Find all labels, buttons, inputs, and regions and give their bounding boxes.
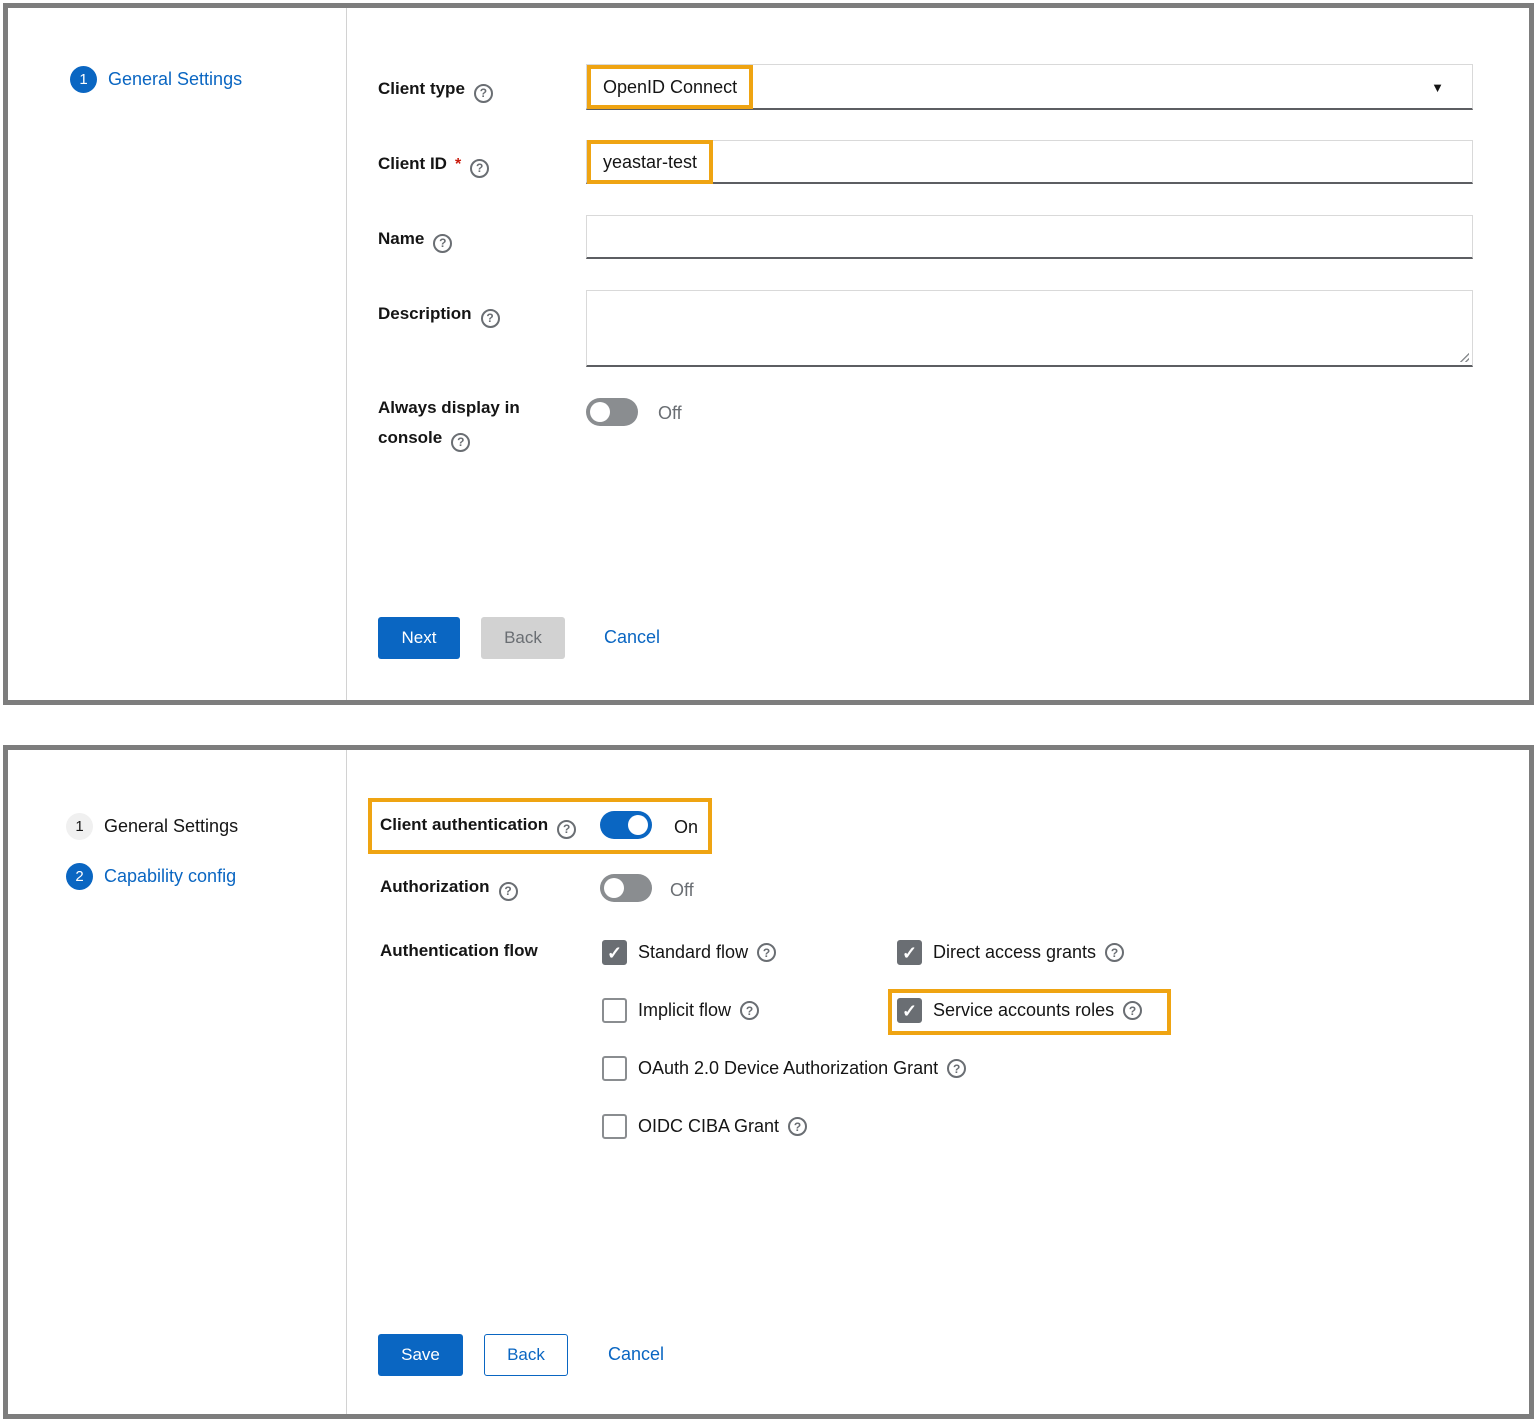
authorization-toggle[interactable] (600, 874, 652, 902)
checkbox-box[interactable]: ✓ (897, 940, 922, 965)
checkbox-standard-flow[interactable]: ✓ Standard flow ? (602, 940, 776, 965)
checkbox-box[interactable]: ✓ (602, 940, 627, 965)
checkbox-oidc-ciba-grant[interactable]: ✓ OIDC CIBA Grant ? (602, 1114, 807, 1139)
help-icon[interactable]: ? (757, 943, 776, 962)
sidebar-divider (346, 750, 347, 1414)
step-number-badge: 2 (66, 863, 93, 890)
sidebar-divider (346, 8, 347, 700)
client-id-value: yeastar-test (603, 152, 697, 173)
check-icon: ✓ (902, 944, 917, 962)
check-icon: ✓ (607, 944, 622, 962)
description-label: Description? (378, 299, 500, 329)
step-general-settings[interactable]: 1 General Settings (66, 813, 238, 840)
help-icon[interactable]: ? (481, 309, 500, 328)
next-button[interactable]: Next (378, 617, 460, 659)
save-button[interactable]: Save (378, 1334, 463, 1376)
client-authentication-toggle[interactable] (600, 811, 652, 839)
authorization-state: Off (670, 880, 694, 901)
required-asterisk: * (455, 156, 461, 173)
always-display-toggle[interactable] (586, 398, 638, 426)
authorization-label: Authorization? (380, 872, 518, 902)
checkbox-box[interactable]: ✓ (602, 1114, 627, 1139)
client-type-value-highlight: OpenID Connect (587, 65, 753, 109)
back-button[interactable]: Back (484, 1334, 568, 1376)
step-capability-config[interactable]: 2 Capability config (66, 863, 236, 890)
cancel-button[interactable]: Cancel (608, 1344, 664, 1365)
toggle-knob (590, 402, 610, 422)
help-icon[interactable]: ? (1105, 943, 1124, 962)
help-icon[interactable]: ? (499, 882, 518, 901)
toggle-knob (604, 878, 624, 898)
chevron-down-icon: ▼ (1431, 81, 1444, 94)
step-general-settings[interactable]: 1 General Settings (70, 66, 242, 93)
help-icon[interactable]: ? (474, 84, 493, 103)
step-label: General Settings (108, 69, 242, 90)
client-id-input[interactable] (586, 140, 1473, 184)
client-authentication-state: On (674, 817, 698, 838)
help-icon[interactable]: ? (1123, 1001, 1142, 1020)
wizard-panel-capability-config: 1 General Settings 2 Capability config C… (3, 745, 1534, 1419)
authentication-flow-label: Authentication flow (380, 936, 538, 966)
client-id-label: Client ID*? (378, 149, 489, 180)
name-input[interactable] (586, 215, 1473, 259)
help-icon[interactable]: ? (433, 234, 452, 253)
back-button[interactable]: Back (481, 617, 565, 659)
checkbox-box[interactable]: ✓ (602, 998, 627, 1023)
check-icon: ✓ (902, 1002, 917, 1020)
step-number-badge: 1 (66, 813, 93, 840)
step-number-badge: 1 (70, 66, 97, 93)
checkbox-oauth-device-grant[interactable]: ✓ OAuth 2.0 Device Authorization Grant ? (602, 1056, 966, 1081)
checkbox-direct-access-grants[interactable]: ✓ Direct access grants ? (897, 940, 1124, 965)
client-type-value: OpenID Connect (603, 77, 737, 98)
description-textarea[interactable] (586, 290, 1473, 367)
step-label: Capability config (104, 866, 236, 887)
checkbox-service-accounts-roles[interactable]: ✓ Service accounts roles ? (897, 998, 1142, 1023)
help-icon[interactable]: ? (788, 1117, 807, 1136)
always-display-state: Off (658, 403, 682, 424)
cancel-button[interactable]: Cancel (604, 627, 660, 648)
wizard-panel-general-settings: 1 General Settings Client type? ▼ OpenID… (3, 3, 1534, 705)
always-display-label: Always display in console? (378, 393, 538, 453)
toggle-knob (628, 815, 648, 835)
checkbox-box[interactable]: ✓ (897, 998, 922, 1023)
step-label: General Settings (104, 816, 238, 837)
client-type-label: Client type? (378, 74, 493, 104)
help-icon[interactable]: ? (947, 1059, 966, 1078)
resize-handle-icon[interactable] (1458, 351, 1469, 362)
help-icon[interactable]: ? (557, 820, 576, 839)
checkbox-box[interactable]: ✓ (602, 1056, 627, 1081)
help-icon[interactable]: ? (470, 159, 489, 178)
help-icon[interactable]: ? (451, 433, 470, 452)
client-id-value-highlight: yeastar-test (587, 140, 713, 184)
checkbox-implicit-flow[interactable]: ✓ Implicit flow ? (602, 998, 759, 1023)
name-label: Name? (378, 224, 452, 254)
help-icon[interactable]: ? (740, 1001, 759, 1020)
client-authentication-label: Client authentication? (380, 810, 576, 840)
